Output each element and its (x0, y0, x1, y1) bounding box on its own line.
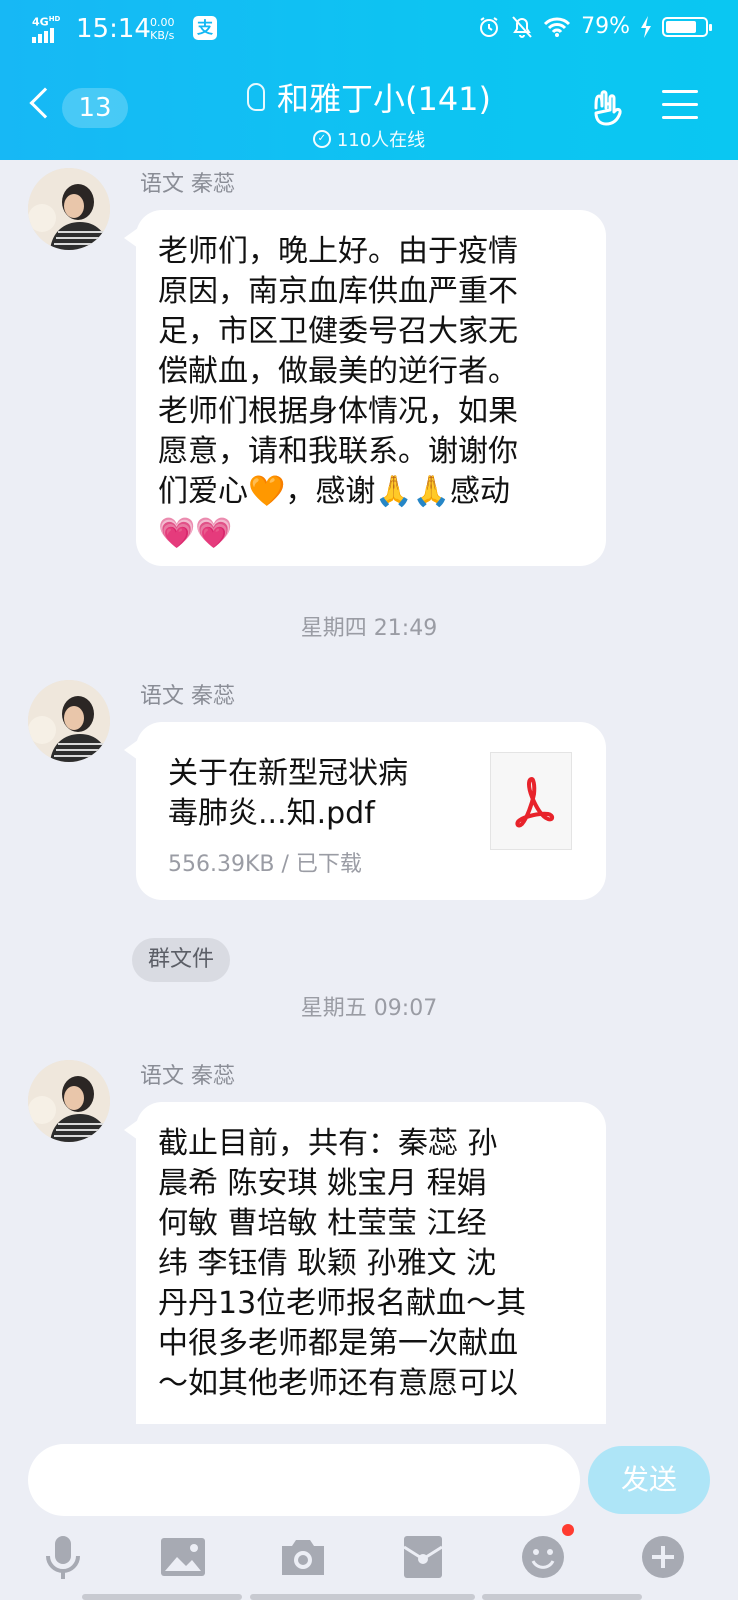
message-bubble[interactable]: 截止目前，共有：秦蕊 孙 晨希 陈安琪 姚宝月 程娟 何敏 曹培敏 杜莹莹 江经… (124, 1102, 606, 1424)
red-packet-button[interactable] (398, 1532, 448, 1582)
group-name: 和雅丁小(141) (276, 80, 492, 118)
file-message-bubble[interactable]: 关于在新型冠状病 毒肺炎...知.pdf 556.39KB / 已下载 (124, 722, 606, 900)
avatar-image (28, 1060, 110, 1142)
message-line: 足，市区卫健委号召大家无 (158, 314, 518, 349)
file-name: 关于在新型冠状病 毒肺炎...知.pdf (168, 754, 468, 834)
wifi-icon (544, 17, 571, 37)
battery-fill (666, 20, 697, 33)
message-text: 老师们，晚上好。由于疫情 原因，南京血库供血严重不 足，市区卫健委号召大家无 偿… (136, 210, 606, 576)
image-button[interactable] (158, 1532, 208, 1582)
status-right: 79% (477, 14, 712, 39)
avatar-image (28, 680, 110, 762)
speed-value: 0.00 (150, 16, 175, 29)
group-file-tag[interactable]: 群文件 (132, 938, 231, 982)
message-bubble[interactable]: 老师们，晚上好。由于疫情 原因，南京血库供血严重不 足，市区卫健委号召大家无 偿… (124, 210, 606, 566)
avatar-image (28, 168, 110, 250)
red-packet-icon (403, 1536, 443, 1578)
message-input[interactable] (28, 1444, 580, 1516)
sender-name: 语文 秦蕊 (140, 1064, 235, 1089)
unread-count-badge: 13 (62, 88, 128, 128)
network-type: 4G (32, 15, 49, 29)
plus-icon (642, 1536, 684, 1578)
send-button[interactable]: 发送 (588, 1446, 710, 1514)
speed-unit: KB/s (150, 29, 175, 42)
status-time: 15:14 (76, 14, 151, 44)
voice-button[interactable] (38, 1532, 88, 1582)
charging-icon (641, 15, 651, 38)
network-indicator: 4GHD (32, 14, 60, 28)
menu-icon (662, 90, 698, 119)
ear-icon (246, 83, 265, 111)
online-count: 110人在线 (336, 130, 426, 151)
page-title: 和雅丁小(141) (246, 74, 492, 120)
message-line: 老师们，晚上好。由于疫情 (158, 234, 518, 269)
back-chevron-icon (29, 87, 61, 119)
message-line: 中很多老师都是第一次献血 (158, 1326, 518, 1361)
alarm-icon (480, 16, 499, 37)
input-bar: 发送 (0, 1424, 738, 1600)
file-name-line: 关于在新型冠状病 (168, 756, 408, 791)
battery-percent: 79% (581, 14, 630, 39)
message-line: 偿献血，做最美的逆行者。 (158, 354, 518, 389)
message-line: 💗💗 (158, 516, 233, 551)
message-line: 晨希 陈安琪 姚宝月 程娟 (158, 1166, 487, 1201)
chat-message-list[interactable]: 语文 秦蕊 老师们，晚上好。由于疫情 原因，南京血库供血严重不 足，市区卫健委号… (0, 160, 738, 1424)
file-size: 556.39KB / 已下载 (168, 852, 362, 877)
chat-title-area[interactable]: 和雅丁小(141) ✓ 110人在线 (200, 74, 538, 152)
hand-gesture-button[interactable] (588, 88, 628, 128)
battery-icon (662, 16, 712, 37)
chat-toolbar (0, 1524, 738, 1588)
alipay-icon: 支 (193, 16, 217, 40)
gesture-bar (0, 1594, 738, 1600)
emoji-button[interactable] (518, 1524, 574, 1582)
status-bar: 4GHD 15:14 0.00 KB/s 支 79% (0, 10, 738, 50)
message-line: 们爱心🧡，感谢🙏🙏感动 (158, 474, 511, 509)
message-line: 纬 李钰倩 耿颖 孙雅文 沈 (158, 1246, 497, 1281)
avatar[interactable] (28, 680, 110, 762)
timestamp: 星期四 21:49 (300, 616, 438, 641)
message-line: 何敏 曹培敏 杜莹莹 江经 (158, 1206, 487, 1241)
pdf-file-icon (490, 752, 572, 850)
menu-button[interactable] (662, 90, 698, 122)
mute-bell-icon (512, 15, 532, 38)
message-line: 原因，南京血库供血严重不 (158, 274, 518, 309)
avatar[interactable] (28, 1060, 110, 1142)
camera-icon (282, 1540, 324, 1575)
check-circle-icon: ✓ (312, 130, 331, 148)
network-speed: 0.00 KB/s (150, 16, 175, 42)
emoji-icon (522, 1536, 564, 1578)
network-hd-label: HD (48, 15, 61, 23)
image-icon (161, 1538, 205, 1576)
sender-name: 语文 秦蕊 (140, 684, 235, 709)
message-line: 丹丹13位老师报名献血～其 (158, 1286, 527, 1321)
sender-name: 语文 秦蕊 (140, 172, 235, 197)
message-line: 愿意，请和我联系。谢谢你 (158, 434, 518, 469)
online-status: ✓ 110人在线 (312, 126, 426, 152)
message-line: 老师们根据身体情况，如果 (158, 394, 518, 429)
signal-icon (32, 28, 54, 43)
message-line: 截止目前，共有：秦蕊 孙 (158, 1126, 498, 1161)
chat-header: 4GHD 15:14 0.00 KB/s 支 79% 13 和雅丁小(141) (0, 0, 738, 160)
timestamp: 星期五 09:07 (300, 996, 438, 1021)
message-text: 截止目前，共有：秦蕊 孙 晨希 陈安琪 姚宝月 程娟 何敏 曹培敏 杜莹莹 江经… (136, 1102, 606, 1424)
back-button[interactable]: 13 (29, 86, 130, 130)
message-line: ～如其他老师还有意愿可以 (158, 1366, 518, 1401)
file-name-line: 毒肺炎...知.pdf (168, 796, 375, 831)
avatar[interactable] (28, 168, 110, 250)
hand-gesture-icon (594, 90, 622, 126)
more-button[interactable] (638, 1532, 688, 1582)
camera-button[interactable] (278, 1532, 328, 1582)
notification-dot (562, 1524, 574, 1536)
microphone-icon (46, 1536, 80, 1579)
